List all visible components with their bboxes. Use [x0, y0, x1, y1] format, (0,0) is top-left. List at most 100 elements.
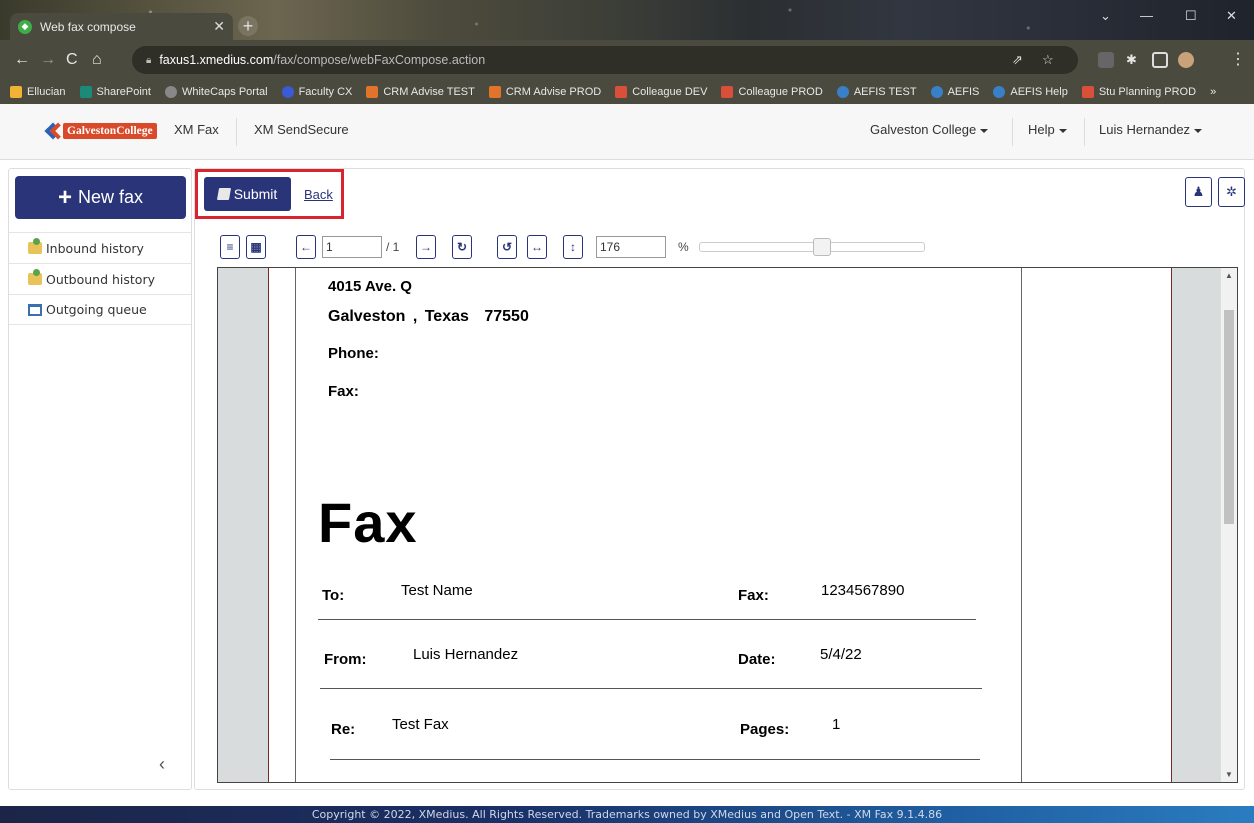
zoom-slider[interactable] — [699, 238, 925, 256]
zoom-input[interactable] — [596, 236, 666, 258]
bookmark-icon — [930, 86, 943, 98]
scrollbar-thumb[interactable] — [1224, 310, 1234, 524]
next-page-icon[interactable]: → — [416, 235, 436, 259]
zip: 77550 — [484, 308, 529, 325]
nav-xm-fax[interactable]: XM Fax — [174, 122, 219, 137]
nav-divider — [1012, 118, 1013, 146]
from-label: From: — [324, 651, 367, 668]
maximize-icon[interactable]: ☐ — [1185, 8, 1197, 24]
fax-title: Fax — [318, 491, 418, 554]
sidebar-item-outgoing-queue[interactable]: Outgoing queue — [9, 294, 191, 325]
address-line-1: 4015 Ave. Q — [328, 278, 412, 295]
bookmark-item[interactable]: Faculty CX — [281, 86, 352, 98]
bookmark-item[interactable]: SharePoint — [79, 86, 151, 98]
bookmark-item[interactable]: Colleague DEV — [615, 86, 707, 98]
bookmark-label: WhiteCaps Portal — [181, 86, 268, 98]
bookmark-star-icon[interactable]: ☆ — [1042, 52, 1054, 68]
new-fax-button[interactable]: + New fax — [15, 176, 186, 219]
bookmark-item[interactable]: AEFIS TEST — [836, 86, 917, 98]
url-host: faxus1.xmedius.com — [159, 53, 274, 67]
bookmark-label: Stu Planning PROD — [1098, 86, 1197, 98]
profile-avatar-icon[interactable] — [1178, 52, 1194, 68]
close-window-icon[interactable]: ✕ — [1226, 8, 1237, 24]
sidebar-toggle-icon[interactable]: ≡ — [220, 235, 240, 259]
state: Texas — [424, 308, 469, 325]
scroll-up-icon[interactable]: ▲ — [1225, 271, 1233, 280]
sidebar-item-label: Outbound history — [46, 271, 155, 287]
bookmark-icon — [281, 86, 294, 98]
forward-arrow-icon[interactable]: → — [40, 50, 56, 70]
folder-icon — [28, 238, 42, 254]
bookmark-item[interactable]: Stu Planning PROD — [1081, 86, 1197, 98]
user-menu[interactable]: Luis Hernandez — [1099, 122, 1202, 137]
bookmark-label: CRM Advise PROD — [505, 86, 602, 98]
extension-icon[interactable] — [1098, 52, 1114, 68]
more-bookmarks-button[interactable]: » — [1210, 86, 1216, 98]
bookmark-item[interactable]: WhiteCaps Portal — [164, 86, 268, 98]
menu-dots-icon[interactable]: ⋮ — [1230, 50, 1246, 70]
nav-xm-sendsecure[interactable]: XM SendSecure — [254, 122, 349, 137]
browser-tab[interactable]: ◆ Web fax compose ✕ — [10, 13, 233, 40]
help-menu[interactable]: Help — [1028, 122, 1067, 137]
date-value: 5/4/22 — [820, 646, 862, 663]
share-icon[interactable]: ⇗ — [1012, 52, 1023, 68]
viewer-scrollbar[interactable]: ▲ ▼ — [1220, 268, 1237, 782]
bookmark-item[interactable]: AEFIS — [930, 86, 979, 98]
settings-gear-icon[interactable]: ✲ — [1218, 177, 1245, 207]
page-number-input[interactable] — [322, 236, 382, 258]
bookmark-label: CRM Advise TEST — [383, 86, 475, 98]
bookmark-icon — [164, 86, 177, 98]
bookmark-icon — [1081, 86, 1094, 98]
minimize-icon[interactable]: — — [1140, 8, 1153, 23]
bookmark-item[interactable]: CRM Advise TEST — [366, 86, 475, 98]
fit-height-icon[interactable]: ↕ — [563, 235, 583, 259]
bookmark-icon — [615, 86, 628, 98]
scroll-down-icon[interactable]: ▼ — [1225, 770, 1233, 779]
tab-close-icon[interactable]: ✕ — [213, 18, 225, 35]
bookmark-icon — [366, 86, 379, 98]
lock-icon: 🔒︎ — [146, 54, 152, 66]
collapse-sidebar-icon[interactable]: ‹ — [159, 754, 165, 775]
bookmark-item[interactable]: AEFIS Help — [993, 86, 1068, 98]
url-field[interactable]: 🔒︎ faxus1.xmedius.com /fax/compose/webFa… — [132, 46, 1078, 74]
org-menu[interactable]: Galveston College — [870, 122, 988, 137]
bookmark-item[interactable]: Ellucian — [10, 86, 66, 98]
bookmark-icon — [10, 86, 22, 98]
bookmark-label: SharePoint — [96, 86, 151, 98]
tab-search-chevron-icon[interactable]: ⌄ — [1100, 8, 1111, 24]
outbox-icon — [28, 303, 42, 316]
back-arrow-icon[interactable]: ← — [14, 50, 30, 70]
bookmark-item[interactable]: Colleague PROD — [721, 86, 823, 98]
reload-icon[interactable]: C — [66, 50, 78, 70]
rotate-counterclockwise-icon[interactable]: ↺ — [497, 235, 517, 259]
new-tab-button[interactable]: + — [238, 16, 258, 36]
city: Galveston — [328, 308, 406, 325]
tab-title: Web fax compose — [40, 19, 136, 34]
contacts-icon[interactable]: ♟ — [1185, 177, 1212, 207]
rotate-clockwise-icon[interactable]: ↻ — [452, 235, 472, 259]
sidebar-item-inbound-history[interactable]: Inbound history — [9, 232, 191, 263]
galveston-college-logo[interactable]: GalvestonCollege — [43, 120, 165, 142]
bookmark-item[interactable]: CRM Advise PROD — [488, 86, 602, 98]
city-state-zip: Galveston , Texas 77550 — [328, 308, 529, 326]
fit-width-icon[interactable]: ↔ — [527, 235, 547, 259]
sidepanel-icon[interactable] — [1152, 52, 1168, 68]
tab-favicon-icon: ◆ — [18, 19, 32, 34]
zoom-slider-handle[interactable] — [813, 238, 831, 256]
bookmark-label: AEFIS TEST — [853, 86, 917, 98]
back-link[interactable]: Back — [304, 187, 333, 202]
document-viewer[interactable]: ▲ ▼ 4015 Ave. Q Galveston , Texas 77550 … — [217, 267, 1238, 783]
pages-label: Pages: — [740, 721, 790, 738]
sidebar: + New fax Inbound history Outbound histo… — [8, 168, 192, 790]
home-icon[interactable]: ⌂ — [92, 50, 102, 70]
fax-line-label: Fax: — [328, 383, 359, 400]
puzzle-icon[interactable]: ✱ — [1126, 50, 1137, 70]
bookmark-label: Ellucian — [27, 86, 66, 98]
sidebar-item-outbound-history[interactable]: Outbound history — [9, 263, 191, 294]
thumbnails-grid-icon[interactable]: ▦ — [246, 235, 266, 259]
previous-page-icon[interactable]: ← — [296, 235, 316, 259]
fax-label: Fax: — [738, 587, 769, 604]
url-path: /fax/compose/webFaxCompose.action — [273, 53, 486, 67]
submit-button[interactable]: Submit — [204, 177, 291, 211]
folder-icon — [28, 269, 42, 285]
